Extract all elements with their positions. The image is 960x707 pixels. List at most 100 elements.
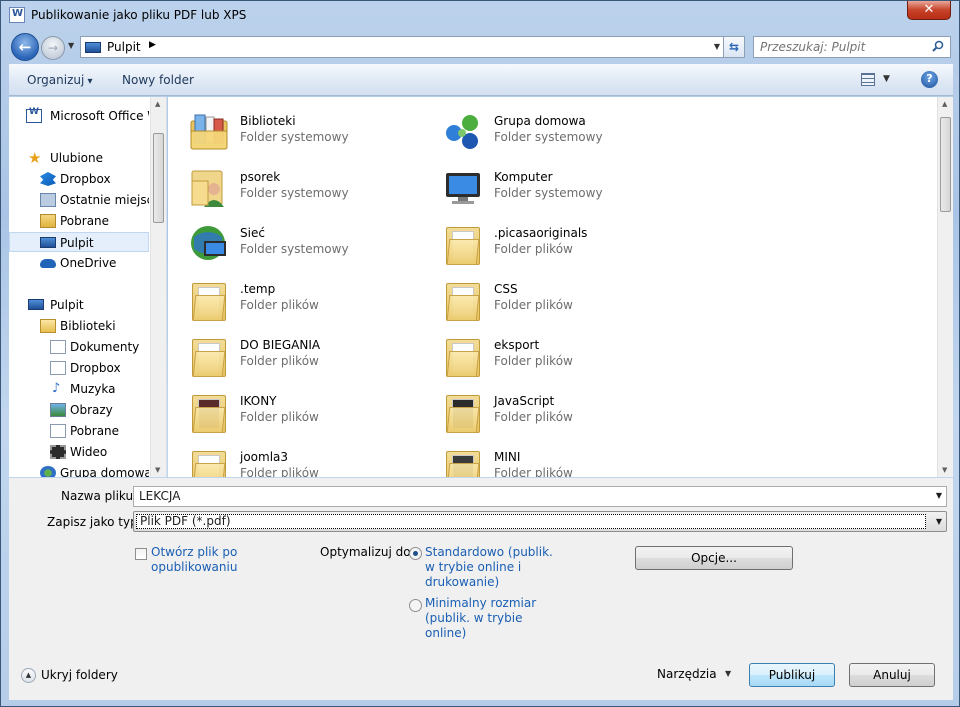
optimize-minimal-label[interactable]: Minimalny rozmiar (publik. w trybie onli… (425, 596, 543, 641)
filetype-select[interactable]: Plik PDF (*.pdf) ▼ (133, 511, 947, 532)
filename-label: Nazwa pliku: (61, 489, 138, 503)
change-view-icon[interactable] (861, 73, 875, 86)
open-after-publish-label[interactable]: Otwórz plik po opublikowaniu (151, 545, 271, 575)
file-item-css[interactable]: CSS Folder plików (440, 273, 690, 325)
file-type: Folder systemowy (494, 130, 603, 144)
filename-field[interactable]: LEKCJA ▼ (133, 486, 947, 507)
file-type: Folder plików (494, 242, 573, 256)
file-item-javascript[interactable]: JavaScript Folder plików (440, 385, 690, 437)
sidebar-item-video[interactable]: Wideo (9, 442, 149, 462)
file-name: MINI (494, 450, 521, 464)
file-type: Folder systemowy (240, 242, 349, 256)
file-type: Folder plików (240, 466, 319, 477)
sidebar-item-recent-places[interactable]: Ostatnie miejsca (9, 190, 149, 210)
filetype-value[interactable]: Plik PDF (*.pdf) (136, 514, 926, 529)
sidebar-item-pictures[interactable]: Obrazy (9, 400, 149, 420)
file-item-picasaoriginals[interactable]: .picasaoriginals Folder plików (440, 217, 690, 269)
file-item-mini[interactable]: MINI Folder plików (440, 441, 690, 477)
publish-button[interactable]: Publikuj (749, 663, 835, 687)
file-item-ikony[interactable]: IKONY Folder plików (186, 385, 436, 437)
forward-button[interactable]: → (41, 36, 65, 60)
scroll-up-icon[interactable]: ▲ (942, 100, 947, 108)
search-icon[interactable] (932, 40, 944, 52)
documents-icon (50, 340, 66, 354)
file-name: DO BIEGANIA (240, 338, 321, 352)
search-box[interactable] (753, 36, 951, 58)
sidebar-item-libraries[interactable]: Biblioteki (9, 316, 149, 336)
file-type: Folder plików (240, 410, 319, 424)
downloads-icon (40, 214, 56, 228)
breadcrumb-chevron-icon[interactable]: ▶ (149, 40, 156, 50)
filename-value[interactable]: LEKCJA (139, 489, 180, 503)
address-breadcrumb[interactable]: Pulpit (107, 40, 141, 54)
back-button[interactable]: ← (11, 33, 39, 61)
address-dropdown-icon[interactable]: ▼ (714, 42, 720, 51)
hide-folders-label: Ukryj foldery (41, 668, 118, 682)
file-type: Folder plików (494, 354, 573, 368)
file-name: psorek (240, 170, 281, 184)
file-item-psorek[interactable]: psorek Folder systemowy (186, 161, 436, 213)
file-list-scrollbar[interactable]: ▲ ▼ (937, 97, 953, 477)
sidebar-item-downloads[interactable]: Pobrane (9, 211, 149, 231)
search-input[interactable] (754, 37, 926, 57)
file-type: Folder plików (494, 298, 573, 312)
sidebar-item-dropbox-library[interactable]: Dropbox (9, 358, 149, 378)
file-item-joomla3[interactable]: joomla3 Folder plików (186, 441, 436, 477)
sidebar-item-homegroup[interactable]: Grupa domowa (9, 463, 149, 477)
refresh-button[interactable]: ⇆ (723, 36, 745, 58)
filename-dropdown-icon[interactable]: ▼ (936, 491, 942, 500)
folder-icon (442, 333, 482, 377)
sidebar-item-microsoft-office-word[interactable]: Microsoft Office W (9, 106, 149, 126)
cancel-button[interactable]: Anuluj (849, 663, 935, 687)
open-after-publish-checkbox[interactable] (135, 548, 147, 560)
folder-icon (188, 333, 228, 377)
hide-folders-button[interactable]: ▲ Ukryj foldery (21, 668, 118, 683)
file-item-homegroup[interactable]: Grupa domowa Folder systemowy (440, 105, 690, 157)
sidebar-scrollbar[interactable]: ▲ ▼ (150, 97, 166, 477)
folder-icon (442, 389, 482, 433)
recent-locations-dropdown-icon[interactable]: ▼ (68, 41, 74, 50)
organize-button[interactable]: Organizuj (27, 73, 93, 87)
sidebar-item-dropbox[interactable]: Dropbox (9, 169, 149, 189)
folder-icon (188, 389, 228, 433)
new-folder-button[interactable]: Nowy folder (122, 73, 194, 87)
filetype-dropdown-icon[interactable]: ▼ (936, 517, 942, 526)
optimize-standard-label[interactable]: Standardowo (publik. w trybie online i d… (425, 545, 555, 590)
command-toolbar: Organizuj Nowy folder ▼ ? (9, 64, 953, 96)
file-type: Folder systemowy (494, 186, 603, 200)
sidebar-scroll-thumb[interactable] (153, 133, 164, 223)
file-name: .temp (240, 282, 276, 296)
sidebar-item-downloads-library[interactable]: Pobrane (9, 421, 149, 441)
view-options-dropdown-icon[interactable]: ▼ (883, 74, 890, 84)
close-button[interactable]: ✕ (907, 1, 951, 20)
optimize-standard-radio[interactable] (409, 547, 422, 560)
sidebar-item-favorites[interactable]: ★ Ulubione (9, 148, 149, 168)
address-bar[interactable]: Pulpit ▶ ▼ (80, 36, 725, 58)
file-item-temp[interactable]: .temp Folder plików (186, 273, 436, 325)
libraries-icon (40, 319, 56, 333)
help-icon[interactable]: ? (921, 71, 938, 88)
file-item-libraries[interactable]: Biblioteki Folder systemowy (186, 105, 436, 157)
options-button[interactable]: Opcje... (635, 546, 793, 570)
sidebar-item-documents[interactable]: Dokumenty (9, 337, 149, 357)
tools-button[interactable]: Narzędzia (657, 667, 717, 681)
scroll-down-icon[interactable]: ▼ (155, 466, 160, 474)
sidebar-item-music[interactable]: ♪ Muzyka (9, 379, 149, 399)
network-icon (188, 221, 228, 265)
file-item-network[interactable]: Sieć Folder systemowy (186, 217, 436, 269)
optimize-minimal-radio[interactable] (409, 599, 422, 612)
file-list-scroll-thumb[interactable] (940, 117, 951, 212)
scroll-down-icon[interactable]: ▼ (942, 466, 947, 474)
file-item-do-biegania[interactable]: DO BIEGANIA Folder plików (186, 329, 436, 381)
sidebar-item-onedrive[interactable]: OneDrive (9, 253, 149, 273)
file-item-computer[interactable]: Komputer Folder systemowy (440, 161, 690, 213)
sidebar-item-desktop-root[interactable]: Pulpit (9, 295, 149, 315)
scroll-up-icon[interactable]: ▲ (155, 100, 160, 108)
tools-dropdown-icon[interactable]: ▼ (725, 669, 731, 678)
file-name: joomla3 (240, 450, 289, 464)
pictures-icon (50, 403, 66, 417)
navigation-bar: ← → ▼ Pulpit ▶ ▼ ⇆ (9, 32, 953, 62)
video-icon (50, 445, 66, 459)
sidebar-item-desktop[interactable]: Pulpit (9, 232, 149, 252)
file-item-eksport[interactable]: eksport Folder plików (440, 329, 690, 381)
